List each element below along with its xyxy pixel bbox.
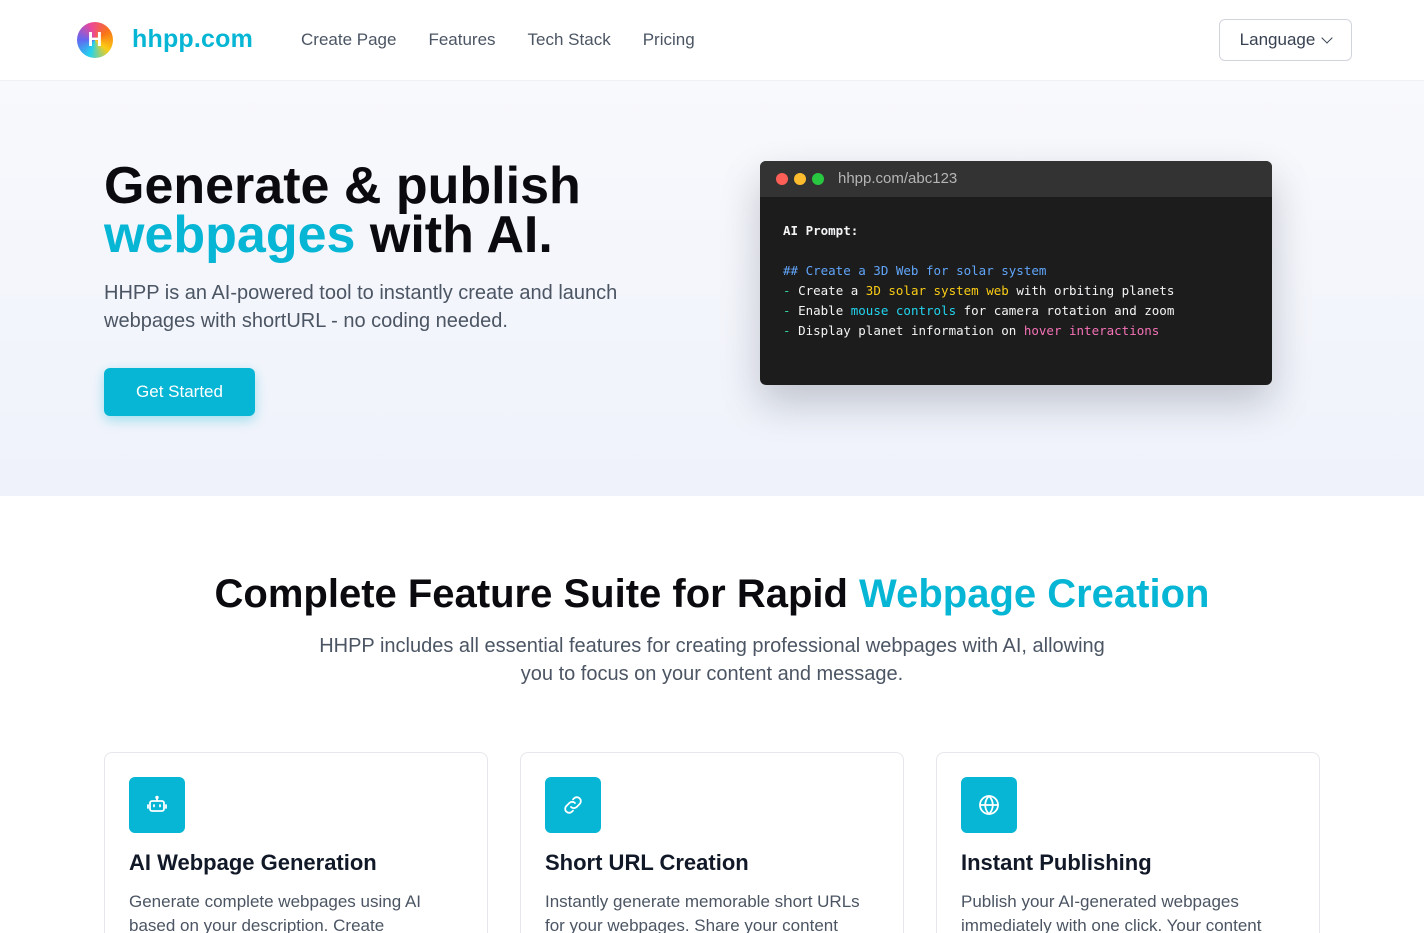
prompt-label: AI Prompt:: [783, 223, 859, 238]
prompt-heading: ## Create a 3D Web for solar system: [783, 263, 1047, 278]
card-title: Instant Publishing: [961, 850, 1152, 875]
card-text: Generate complete webpages using AI base…: [129, 892, 422, 933]
prompt-text: Enable: [798, 303, 851, 318]
prompt-highlight: 3D solar system web: [865, 283, 1009, 298]
preview-titlebar: hhpp.com/abc123: [760, 161, 1272, 197]
preview-code: AI Prompt: ## Create a 3D Web for solar …: [760, 197, 1272, 341]
nav-pricing[interactable]: Pricing: [643, 30, 695, 50]
card-title: Short URL Creation: [545, 850, 749, 875]
prompt-text: for camera rotation and zoom: [956, 303, 1175, 318]
card-text: Instantly generate memorable short URLs …: [545, 892, 860, 933]
hero-description: HHPP is an AI-powered tool to instantly …: [104, 282, 618, 332]
prompt-line: - Enable mouse controls for camera rotat…: [783, 301, 1272, 321]
maximize-dot-icon: [812, 173, 824, 185]
hero-title-line2: webpages with AI.: [104, 208, 553, 262]
minimize-dot-icon: [794, 173, 806, 185]
preview-url: hhpp.com/abc123: [838, 170, 958, 187]
prompt-dash: -: [783, 323, 799, 338]
prompt-line: - Create a 3D solar system web with orbi…: [783, 281, 1272, 301]
language-select[interactable]: Language: [1219, 19, 1352, 61]
site-header: H hhpp.com Create Page Features Tech Sta…: [0, 0, 1424, 81]
prompt-preview-window: hhpp.com/abc123 AI Prompt: ## Create a 3…: [760, 161, 1272, 385]
chevron-down-icon: [1321, 31, 1333, 44]
brand-name[interactable]: hhpp.com: [132, 25, 253, 54]
prompt-dash: -: [783, 283, 799, 298]
link-icon: [545, 777, 601, 833]
logo-letter: H: [87, 29, 103, 51]
hero-title-rest: with AI.: [355, 206, 553, 264]
card-title: AI Webpage Generation: [129, 850, 377, 875]
features-title-accent: Webpage Creation: [859, 572, 1210, 616]
hero-title-accent: webpages: [104, 206, 356, 264]
feature-card: Instant Publishing Publish your AI-gener…: [936, 752, 1320, 933]
close-dot-icon: [776, 173, 788, 185]
globe-icon: [961, 777, 1017, 833]
feature-card: Short URL Creation Instantly generate me…: [520, 752, 904, 933]
prompt-text: with orbiting planets: [1008, 283, 1175, 298]
main-nav: Create Page Features Tech Stack Pricing: [301, 30, 695, 50]
prompt-highlight: hover interactions: [1023, 323, 1160, 338]
prompt-line: - Display planet information on hover in…: [783, 321, 1272, 341]
prompt-text: Display planet information on: [798, 323, 1024, 338]
nav-features[interactable]: Features: [428, 30, 495, 50]
features-title-main: Complete Feature Suite for Rapid: [214, 572, 860, 616]
feature-card: AI Webpage Generation Generate complete …: [104, 752, 488, 933]
nav-tech-stack[interactable]: Tech Stack: [528, 30, 611, 50]
nav-create-page[interactable]: Create Page: [301, 30, 396, 50]
card-text: Publish your AI-generated webpages immed…: [961, 892, 1262, 933]
robot-icon: [129, 777, 185, 833]
features-title: Complete Feature Suite for Rapid Webpage…: [0, 572, 1424, 617]
prompt-dash: -: [783, 303, 799, 318]
prompt-text: Create a: [798, 283, 866, 298]
language-label: Language: [1239, 30, 1316, 49]
logo-icon[interactable]: H: [77, 22, 113, 58]
hero-title-line1: Generate & publish: [104, 157, 581, 215]
features-description: HHPP includes all essential features for…: [319, 635, 1105, 685]
get-started-button[interactable]: Get Started: [104, 368, 255, 416]
hero-section: Generate & publish webpages with AI. HHP…: [0, 81, 1424, 496]
prompt-highlight: mouse controls: [850, 303, 957, 318]
